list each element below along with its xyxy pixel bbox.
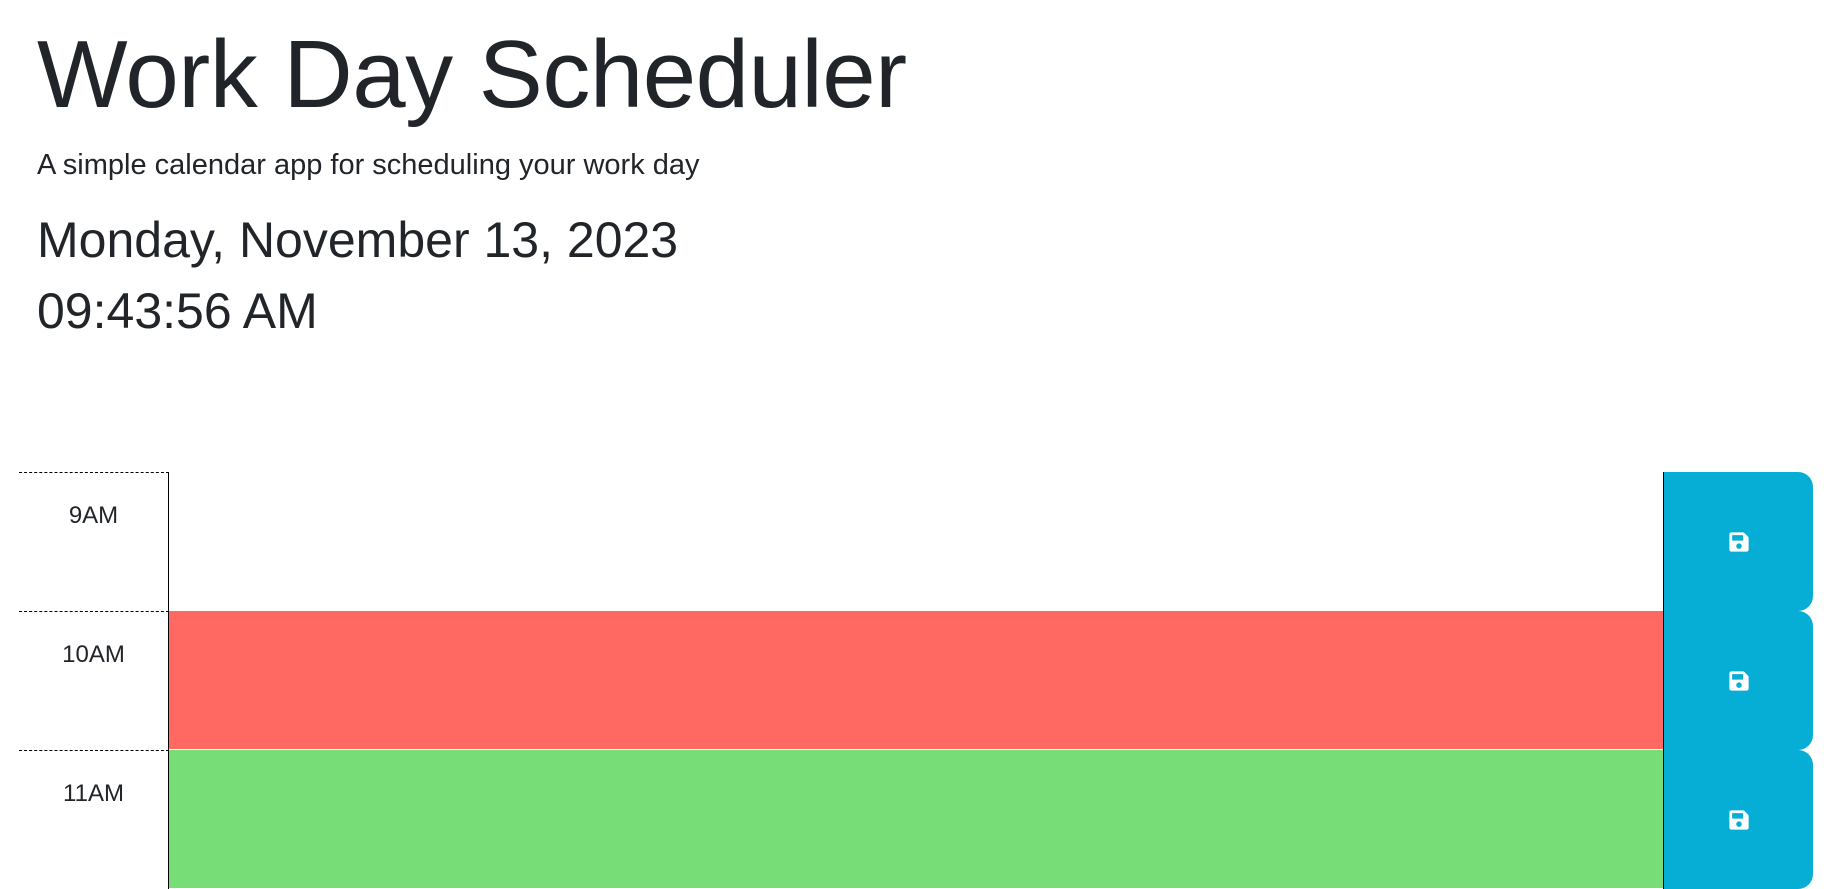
save-button[interactable] — [1663, 472, 1813, 611]
save-button[interactable] — [1663, 750, 1813, 889]
event-description-input[interactable] — [169, 750, 1663, 889]
time-block-list: 9AM 10AM 11AM — [19, 472, 1815, 889]
page-title: Work Day Scheduler — [37, 21, 907, 128]
current-date: Monday, November 13, 2023 — [37, 212, 679, 268]
time-block-10am: 10AM — [19, 611, 1815, 750]
hour-label: 10AM — [19, 611, 169, 750]
event-description-input[interactable] — [169, 472, 1663, 611]
page-subtitle: A simple calendar app for scheduling you… — [37, 149, 700, 181]
floppy-disk-icon — [1728, 531, 1749, 552]
hour-label: 9AM — [19, 472, 169, 611]
floppy-disk-icon — [1728, 670, 1749, 691]
floppy-disk-icon — [1728, 809, 1749, 830]
hour-label: 11AM — [19, 750, 169, 889]
time-block-9am: 9AM — [19, 472, 1815, 611]
save-button[interactable] — [1663, 611, 1813, 750]
time-block-11am: 11AM — [19, 750, 1815, 889]
current-time: 09:43:56 AM — [37, 283, 318, 339]
event-description-input[interactable] — [169, 611, 1663, 750]
